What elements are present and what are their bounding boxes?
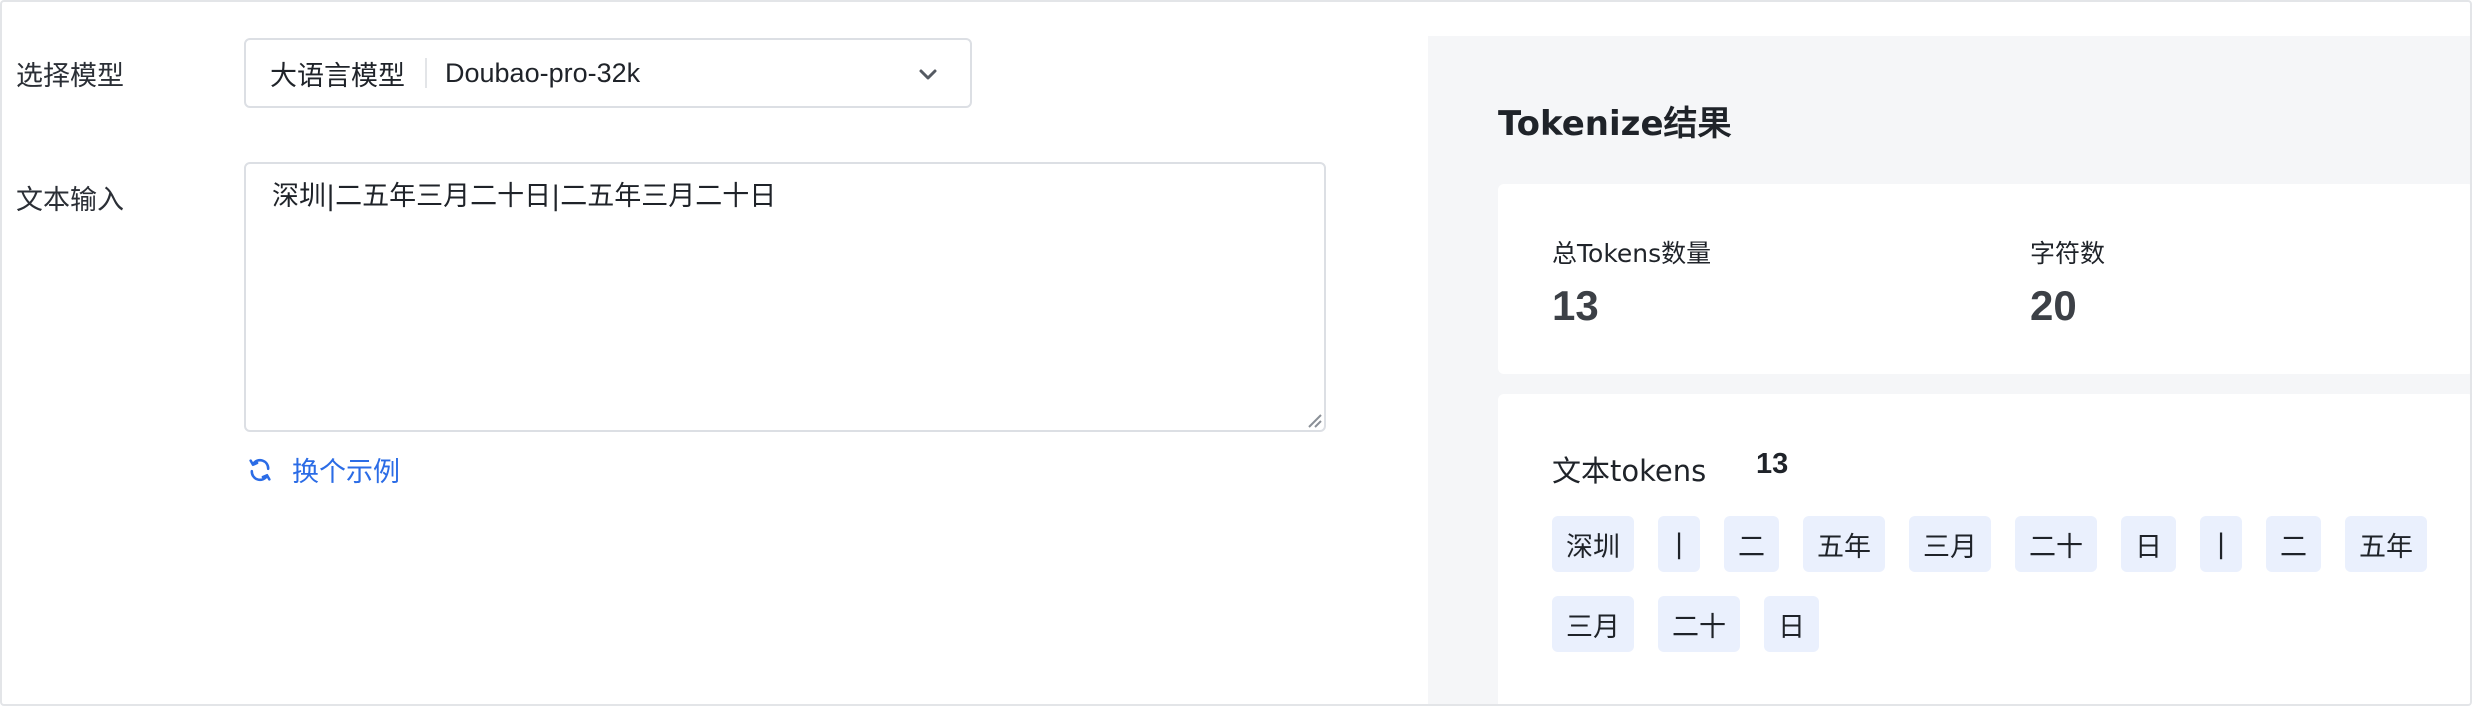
token-chip: 三月 (1909, 516, 1991, 572)
token-chip: 二 (1724, 516, 1779, 572)
model-value: Doubao-pro-32k (445, 57, 641, 88)
text-input-label: 文本输入 (16, 185, 124, 216)
token-chip: 深圳 (1552, 516, 1634, 572)
resize-grip-icon[interactable] (1306, 412, 1322, 428)
model-select[interactable]: 大语言模型 Doubao-pro-32k (244, 38, 972, 108)
token-chip: | (2200, 516, 2242, 572)
token-chip-list: 深圳 | 二五年 三月 二十日 | 二五年 三月 二十日 (1552, 516, 2452, 652)
text-tokens-label: 文本tokens (1552, 454, 1707, 488)
token-chip: | (1658, 516, 1700, 572)
token-chip: 三月 (1552, 596, 1634, 652)
text-input[interactable] (244, 162, 1326, 432)
select-divider (425, 58, 427, 88)
tokenizer-window: 选择模型 大语言模型 Doubao-pro-32k 文本输入 换个示例 Toke… (0, 0, 2472, 706)
char-count-label: 字符数 (2030, 239, 2106, 268)
model-type: 大语言模型 (270, 60, 405, 92)
total-tokens-label: 总Tokens数量 (1552, 239, 1712, 268)
token-chip: 日 (2121, 516, 2176, 572)
swap-example-label: 换个示例 (292, 457, 400, 488)
total-tokens-value: 13 (1552, 282, 1599, 329)
swap-example-button[interactable]: 换个示例 (246, 450, 400, 489)
char-count-value: 20 (2030, 282, 2077, 329)
token-chip: 二十 (1658, 596, 1740, 652)
token-chip: 二 (2266, 516, 2321, 572)
result-title: Tokenize结果 (1498, 104, 1732, 144)
model-label: 选择模型 (16, 61, 124, 92)
token-chip: 五年 (1803, 516, 1885, 572)
stats-card: 总Tokens数量 13 字符数 20 (1498, 184, 2470, 374)
chevron-down-icon[interactable] (916, 62, 940, 86)
token-chip: 日 (1764, 596, 1819, 652)
refresh-icon (249, 458, 271, 481)
token-chip: 五年 (2345, 516, 2427, 572)
token-chip: 二十 (2015, 516, 2097, 572)
text-tokens-count: 13 (1756, 448, 1789, 480)
